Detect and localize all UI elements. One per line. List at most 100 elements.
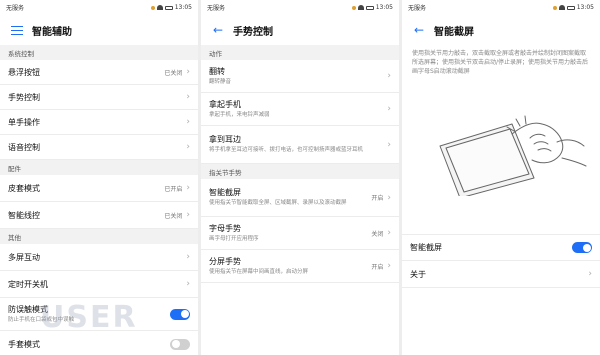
list-item-letter-gesture[interactable]: 字母手势 画字母打开应用程序 关闭 › bbox=[201, 217, 399, 250]
list-item-label: 定时开关机 bbox=[8, 279, 48, 289]
list-item-voice-control[interactable]: 语音控制 › bbox=[0, 135, 198, 160]
back-arrow-icon[interactable]: ← bbox=[209, 21, 227, 39]
section-header: 配件 bbox=[0, 160, 198, 175]
status-icons: 13:05 bbox=[552, 4, 594, 11]
status-bar: 无服务 13:05 bbox=[0, 0, 198, 15]
menu-icon[interactable] bbox=[8, 21, 26, 39]
chevron-right-icon: › bbox=[387, 192, 391, 203]
battery-icon bbox=[365, 5, 374, 10]
list-item-label: 翻转 bbox=[209, 66, 225, 76]
list-item-label: 悬浮按钮 bbox=[8, 67, 40, 77]
page-title: 智能辅助 bbox=[32, 26, 72, 38]
wifi-icon bbox=[357, 5, 364, 10]
notification-icon bbox=[351, 5, 356, 10]
notification-icon bbox=[552, 5, 557, 10]
app-bar: ← 智能截屏 bbox=[402, 15, 600, 45]
smart-screenshot-toggle[interactable] bbox=[572, 242, 592, 253]
list-item-cover-mode[interactable]: 皮套模式 已开启 › bbox=[0, 175, 198, 202]
clock-text: 13:05 bbox=[375, 4, 393, 11]
list-item-value: 已开启 bbox=[164, 185, 183, 193]
list-item-smart-remote[interactable]: 智能线控 已关闭 › bbox=[0, 202, 198, 229]
back-arrow-icon[interactable]: ← bbox=[410, 21, 428, 39]
list-item-label: 智能截屏 bbox=[410, 243, 442, 252]
list-item-split-screen[interactable]: 分屏手势 使用指关节在屏幕中间画直线，启动分屏 开启 › bbox=[201, 250, 399, 283]
status-bar: 无服务 13:05 bbox=[201, 0, 399, 15]
list-item-subtitle: 拿起手机，来电铃声减弱 bbox=[209, 111, 270, 118]
page-title: 手势控制 bbox=[233, 26, 273, 38]
clock-text: 13:05 bbox=[576, 4, 594, 11]
chevron-right-icon: › bbox=[186, 92, 190, 102]
chevron-right-icon: › bbox=[387, 261, 391, 271]
chevron-right-icon: › bbox=[588, 269, 592, 279]
chevron-right-icon: › bbox=[186, 279, 190, 289]
list-item-pickup[interactable]: 拿起手机 拿起手机，来电铃声减弱 › bbox=[201, 93, 399, 126]
list-item-raise-to-ear[interactable]: 拿到耳边 将手机拿至耳边可接听、拨打电话，也可控制扬声器或蓝牙耳机 › bbox=[201, 126, 399, 164]
chevron-right-icon: › bbox=[387, 71, 391, 81]
hand-phone-illustration-icon bbox=[439, 115, 587, 199]
app-bar: 智能辅助 bbox=[0, 15, 198, 45]
status-icons: 13:05 bbox=[150, 4, 192, 11]
watermark-text: USER bbox=[40, 300, 138, 335]
chevron-right-icon: › bbox=[387, 228, 391, 238]
list-item-label: 皮套模式 bbox=[8, 183, 40, 193]
list-item-label: 字母手势 bbox=[209, 223, 241, 233]
list-item-label: 手势控制 bbox=[8, 92, 40, 102]
list-item-label: 单手操作 bbox=[8, 117, 40, 127]
list-item-smart-screenshot-toggle[interactable]: 智能截屏 bbox=[402, 234, 600, 261]
list-item-value: 已关闭 bbox=[164, 212, 183, 220]
list-item-smart-screenshot[interactable]: 智能截屏 使用指关节智能截取全屏、区域截屏、录屏以及滚动截屏 开启 › bbox=[201, 179, 399, 217]
chevron-right-icon: › bbox=[186, 117, 190, 127]
list-item-subtitle: 使用指关节在屏幕中间画直线，启动分屏 bbox=[209, 268, 309, 275]
list-item-label: 分屏手势 bbox=[209, 256, 241, 266]
list-item-subtitle: 画字母打开应用程序 bbox=[209, 235, 259, 242]
list-item-label: 拿到耳边 bbox=[209, 135, 241, 145]
page-title: 智能截屏 bbox=[434, 26, 474, 38]
chevron-right-icon: › bbox=[186, 210, 190, 220]
list-item-subtitle: 翻转静音 bbox=[209, 78, 232, 85]
list-item-subtitle: 使用指关节智能截取全屏、区域截屏、录屏以及滚动截屏 bbox=[209, 200, 347, 207]
list-item-value: 开启 bbox=[371, 195, 384, 202]
gesture-control-screen: 无服务 13:05 ← 手势控制 动作 翻转 翻转静音 › 拿起手机 拿起手机，… bbox=[201, 0, 399, 355]
list-item-scheduled-power[interactable]: 定时开关机 › bbox=[0, 271, 198, 298]
list-item-multi-screen[interactable]: 多屏互动 › bbox=[0, 244, 198, 271]
wifi-icon bbox=[156, 5, 163, 10]
battery-icon bbox=[566, 5, 575, 10]
screenshot-root: 无服务 13:05 智能辅助 系统控制 悬浮按钮 已关闭 › 手势控制 › 单手… bbox=[0, 0, 600, 355]
feature-description: 使用指关节用力敲击，双击截取全屏或者敲击并绘制封闭图案截取所选屏幕；使用指关节双… bbox=[412, 50, 589, 75]
section-header: 系统控制 bbox=[0, 45, 198, 60]
list-item-label: 关于 bbox=[410, 269, 426, 279]
list-item-label: 智能截屏 bbox=[209, 188, 241, 198]
knuckle-tap-illustration bbox=[412, 86, 590, 199]
anti-mistouch-toggle[interactable] bbox=[170, 308, 190, 320]
list-item-label: 多屏互动 bbox=[8, 252, 40, 262]
list-item-subtitle: 将手机拿至耳边可接听、拨打电话，也可控制扬声器或蓝牙耳机 bbox=[209, 147, 364, 154]
notification-icon bbox=[150, 5, 155, 10]
app-bar: ← 手势控制 bbox=[201, 15, 399, 45]
chevron-right-icon: › bbox=[186, 183, 190, 193]
status-bar: 无服务 13:05 bbox=[402, 0, 600, 15]
smart-screenshot-screen: 无服务 13:05 ← 智能截屏 使用指关节用力敲击，双击截取全屏或者敲击并绘制… bbox=[402, 0, 600, 355]
list-item-flip[interactable]: 翻转 翻转静音 › bbox=[201, 60, 399, 93]
list-item-one-hand[interactable]: 单手操作 › bbox=[0, 110, 198, 135]
list-item-label: 语音控制 bbox=[8, 142, 40, 152]
list-item-value: 已关闭 bbox=[164, 69, 183, 77]
chevron-right-icon: › bbox=[186, 252, 190, 262]
section-header: 指关节手势 bbox=[201, 164, 399, 179]
status-icons: 13:05 bbox=[351, 4, 393, 11]
clock-text: 13:05 bbox=[174, 4, 192, 11]
carrier-text: 无服务 bbox=[408, 5, 427, 12]
section-header: 动作 bbox=[201, 45, 399, 60]
carrier-text: 无服务 bbox=[6, 5, 25, 12]
chevron-right-icon: › bbox=[186, 67, 190, 77]
list-item-gesture-control[interactable]: 手势控制 › bbox=[0, 85, 198, 110]
list-item-about[interactable]: 关于 › bbox=[402, 261, 600, 288]
list-item-value: 开启 bbox=[371, 263, 384, 271]
chevron-right-icon: › bbox=[387, 104, 391, 114]
wifi-icon bbox=[558, 5, 565, 10]
list-item-label: 拿起手机 bbox=[209, 99, 241, 109]
list-item-floating-button[interactable]: 悬浮按钮 已关闭 › bbox=[0, 60, 198, 85]
list-item-label: 手套模式 bbox=[8, 339, 40, 349]
glove-mode-toggle[interactable] bbox=[170, 338, 190, 350]
smart-assist-screen: 无服务 13:05 智能辅助 系统控制 悬浮按钮 已关闭 › 手势控制 › 单手… bbox=[0, 0, 198, 355]
battery-icon bbox=[164, 5, 173, 10]
